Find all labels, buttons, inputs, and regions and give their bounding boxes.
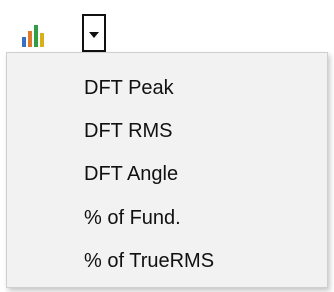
toolbar [0,0,334,52]
chevron-down-icon [89,32,99,38]
dropdown-menu: DFT Peak DFT RMS DFT Angle % of Fund. % … [6,52,328,288]
bar-chart-icon [22,25,44,47]
menu-item-dft-peak[interactable]: DFT Peak [8,68,326,108]
menu-item-percent-of-fund[interactable]: % of Fund. [8,198,326,238]
chart-type-dropdown-button[interactable] [82,14,106,52]
chart-type-button[interactable] [20,21,48,49]
menu-item-dft-rms[interactable]: DFT RMS [8,111,326,151]
menu-item-dft-angle[interactable]: DFT Angle [8,154,326,194]
menu-item-percent-of-truerms[interactable]: % of TrueRMS [8,241,326,281]
